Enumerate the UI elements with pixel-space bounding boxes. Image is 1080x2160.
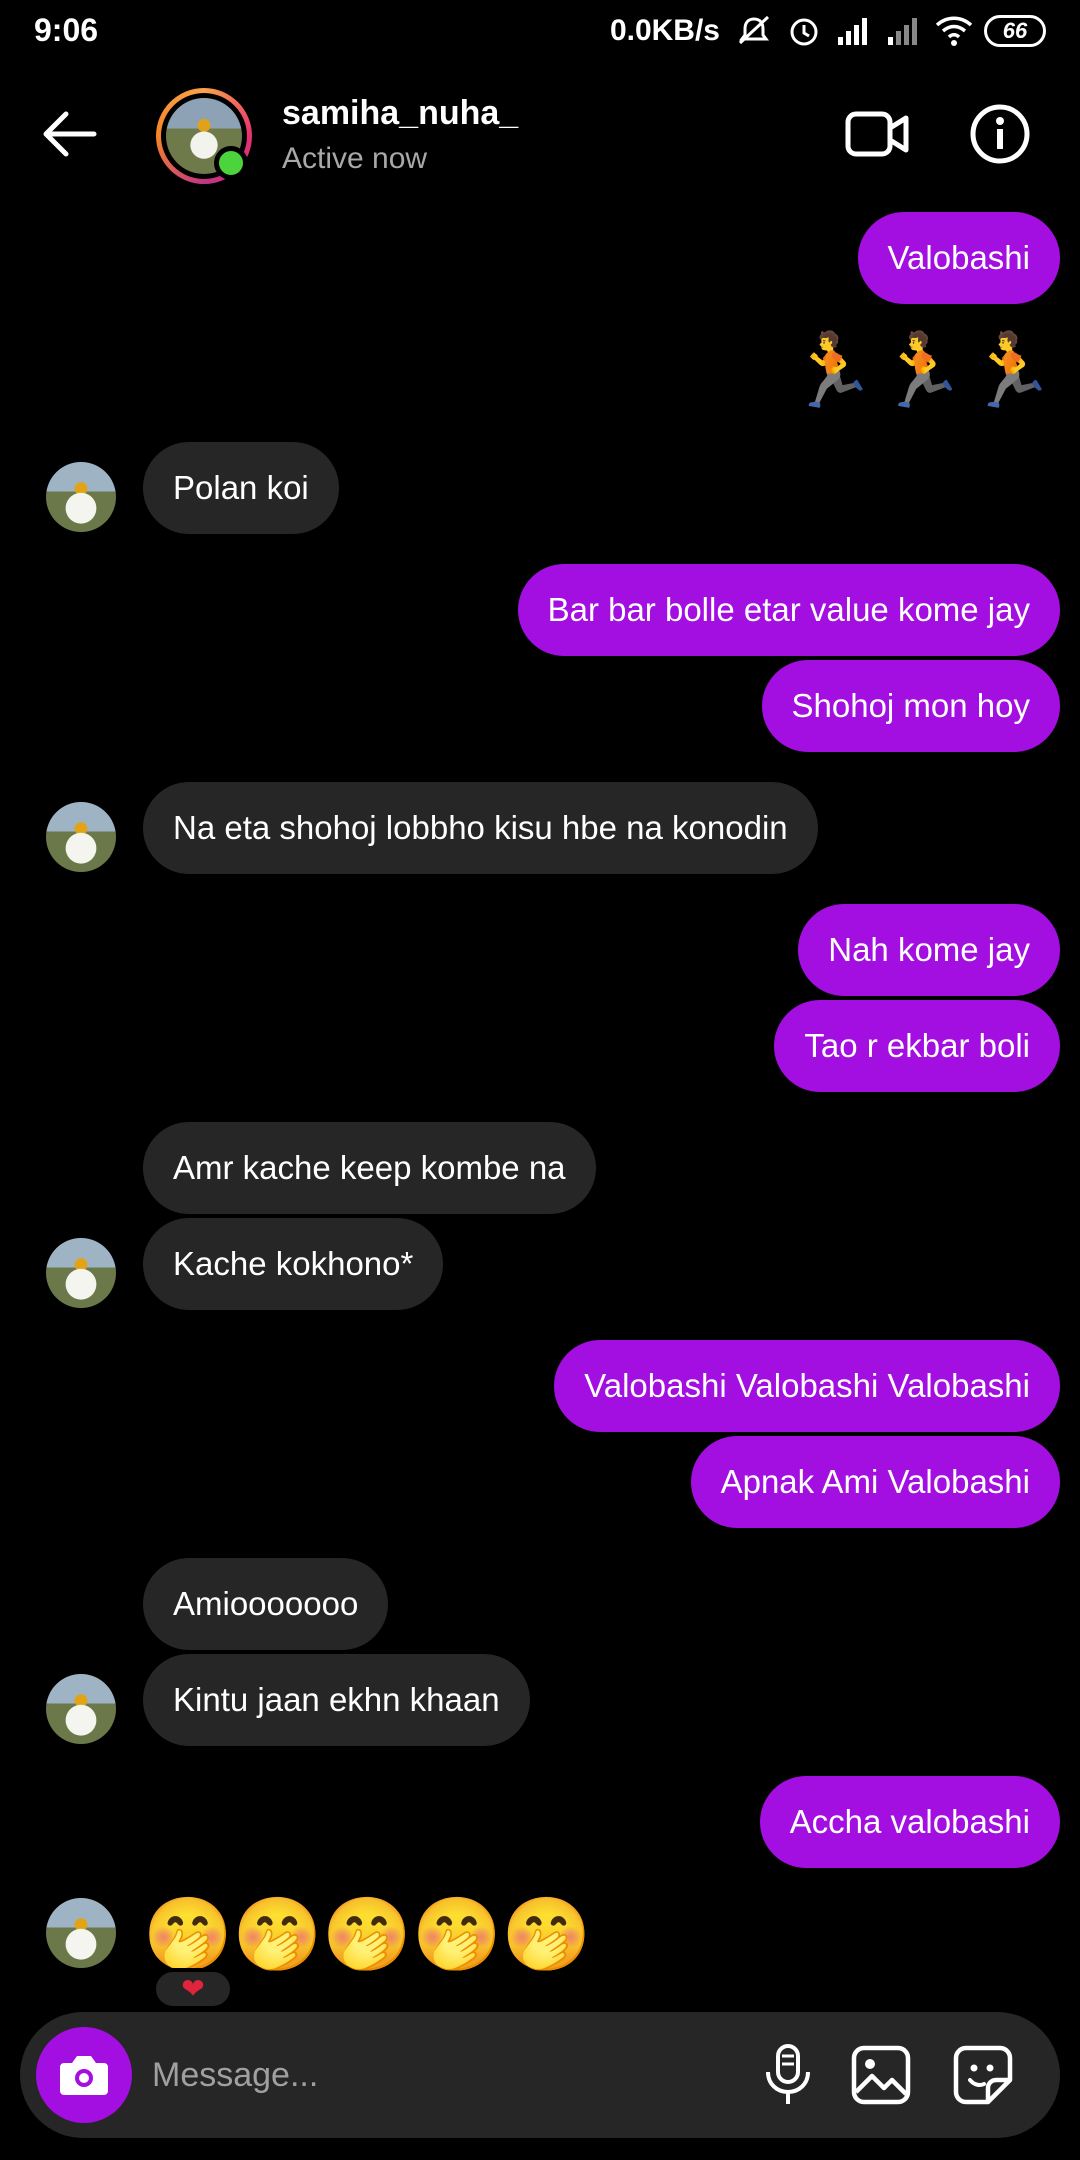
sender-avatar[interactable]	[46, 462, 116, 532]
camera-button[interactable]	[36, 2027, 132, 2123]
username[interactable]: samiha_nuha_	[282, 94, 518, 133]
message-sent[interactable]: Nah kome jay	[798, 904, 1060, 996]
message-sent[interactable]: Apnak Ami Valobashi	[690, 1436, 1060, 1528]
sender-avatar[interactable]	[46, 1238, 116, 1308]
video-call-icon[interactable]	[844, 106, 910, 162]
message-received[interactable]: Polan koi	[143, 442, 339, 534]
message-received[interactable]: Amiooooooo	[143, 1558, 389, 1650]
message-received[interactable]: Na eta shohoj lobbho kisu hbe na konodin	[143, 782, 818, 874]
microphone-icon[interactable]	[758, 2042, 818, 2108]
sticker-icon[interactable]	[952, 2044, 1014, 2106]
message-received[interactable]: Amr kache keep kombe na	[143, 1122, 596, 1214]
message-input[interactable]	[152, 2012, 712, 2138]
message-sent[interactable]: Tao r ekbar boli	[774, 1000, 1060, 1092]
signal-weak-icon	[888, 18, 917, 45]
message-sent[interactable]: Valobashi Valobashi Valobashi	[554, 1340, 1060, 1432]
wifi-icon	[935, 16, 973, 46]
camera-icon	[60, 2056, 108, 2095]
message-received-emoji[interactable]: 🤭🤭🤭🤭🤭	[143, 1894, 591, 1974]
chat-header: samiha_nuha_ Active now	[0, 62, 1080, 212]
gallery-icon[interactable]	[850, 2044, 912, 2106]
message-sent[interactable]: Valobashi	[857, 212, 1060, 304]
battery-icon: 66	[984, 15, 1046, 47]
message-sent[interactable]: Shohoj mon hoy	[761, 660, 1060, 752]
sender-avatar[interactable]	[46, 1674, 116, 1744]
message-composer	[20, 2012, 1060, 2138]
back-arrow-icon[interactable]	[36, 104, 106, 164]
message-sent[interactable]: Bar bar bolle etar value kome jay	[517, 564, 1060, 656]
online-indicator	[214, 146, 248, 180]
info-icon[interactable]	[968, 102, 1032, 166]
network-speed: 0.0KB/s	[609, 14, 720, 47]
message-sent-emoji[interactable]: 🏃🏃🏃	[787, 330, 1056, 410]
mute-icon	[738, 15, 770, 45]
message-received[interactable]: Kache kokhono*	[143, 1218, 444, 1310]
status-icons: 0.0KB/s 66	[610, 10, 1046, 52]
signal-icon	[838, 18, 867, 45]
alarm-icon	[790, 18, 818, 46]
status-time: 9:06	[34, 12, 99, 48]
sender-avatar[interactable]	[46, 1898, 116, 1968]
sender-avatar[interactable]	[46, 802, 116, 872]
status-bar: 9:06 0.0KB/s 66	[0, 0, 1080, 62]
message-sent[interactable]: Accha valobashi	[759, 1776, 1060, 1868]
message-received[interactable]: Kintu jaan ekhn khaan	[143, 1654, 530, 1746]
heart-reaction[interactable]: ❤	[152, 1968, 234, 2010]
active-status: Active now	[282, 142, 428, 175]
